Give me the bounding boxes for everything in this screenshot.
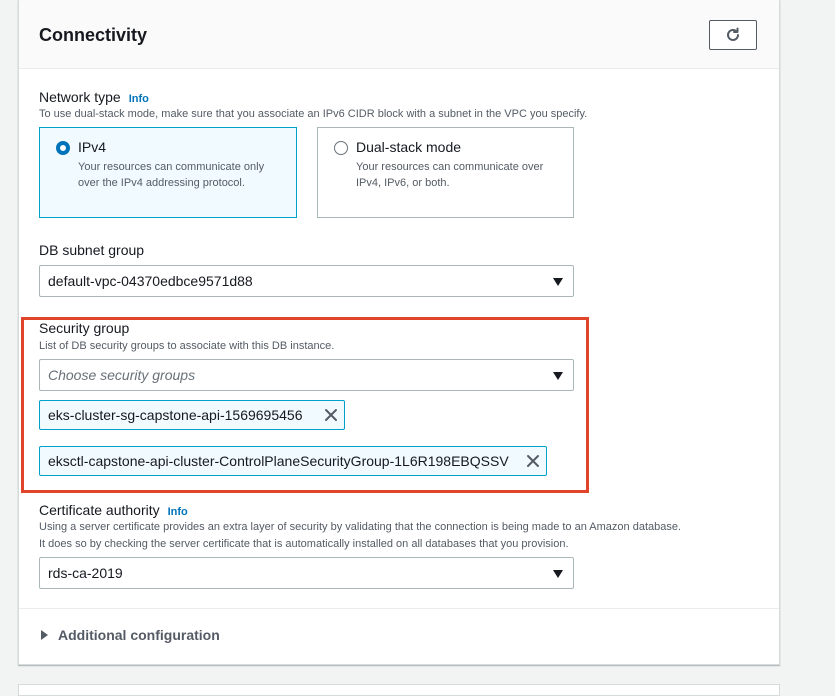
refresh-button[interactable] — [709, 20, 757, 50]
caret-right-icon — [41, 630, 48, 641]
option-ipv4-title: IPv4 — [78, 139, 107, 155]
network-type-info-link[interactable]: Info — [129, 93, 149, 105]
refresh-icon — [727, 27, 739, 41]
network-option-dual-stack[interactable]: Dual-stack mode Your resources can commu… — [317, 127, 574, 218]
network-option-ipv4[interactable]: IPv4 Your resources can communicate only… — [39, 127, 297, 218]
db-subnet-group-label: DB subnet group — [39, 242, 145, 258]
panel-header: Connectivity — [19, 0, 779, 69]
network-type-label-text: Network type — [39, 89, 121, 105]
section-title: Connectivity — [39, 25, 148, 45]
annotation-highlight-box — [21, 317, 589, 493]
option-dual-stack-description: Your resources can communicate over IPv4… — [356, 161, 544, 189]
certificate-authority-value: rds-ca-2019 — [48, 565, 123, 581]
certificate-authority-description-1: Using a server certificate provides an e… — [39, 521, 682, 533]
db-subnet-group-value: default-vpc-04370edbce9571d88 — [48, 273, 253, 289]
network-type-description: To use dual-stack mode, make sure that y… — [39, 108, 588, 120]
certificate-authority-description-2: It does so by checking the server certif… — [39, 538, 569, 550]
additional-configuration-label: Additional configuration — [58, 627, 220, 643]
certificate-authority-label: Certificate authority Info — [39, 502, 188, 518]
certificate-authority-label-text: Certificate authority — [39, 502, 160, 518]
radio-dual-stack[interactable] — [334, 141, 348, 155]
additional-configuration-toggle[interactable]: Additional configuration — [41, 627, 220, 643]
option-ipv4-description: Your resources can communicate only over… — [78, 161, 265, 189]
caret-down-icon — [553, 570, 563, 578]
db-subnet-group-select[interactable]: default-vpc-04370edbce9571d88 — [39, 265, 574, 297]
certificate-authority-select[interactable]: rds-ca-2019 — [39, 557, 574, 589]
radio-ipv4[interactable] — [56, 141, 70, 155]
network-type-label: Network type Info — [39, 89, 149, 105]
next-panel-edge — [18, 684, 780, 696]
certificate-authority-info-link[interactable]: Info — [168, 506, 188, 518]
divider — [19, 608, 779, 609]
option-dual-stack-title: Dual-stack mode — [356, 139, 462, 155]
caret-down-icon — [553, 278, 563, 286]
